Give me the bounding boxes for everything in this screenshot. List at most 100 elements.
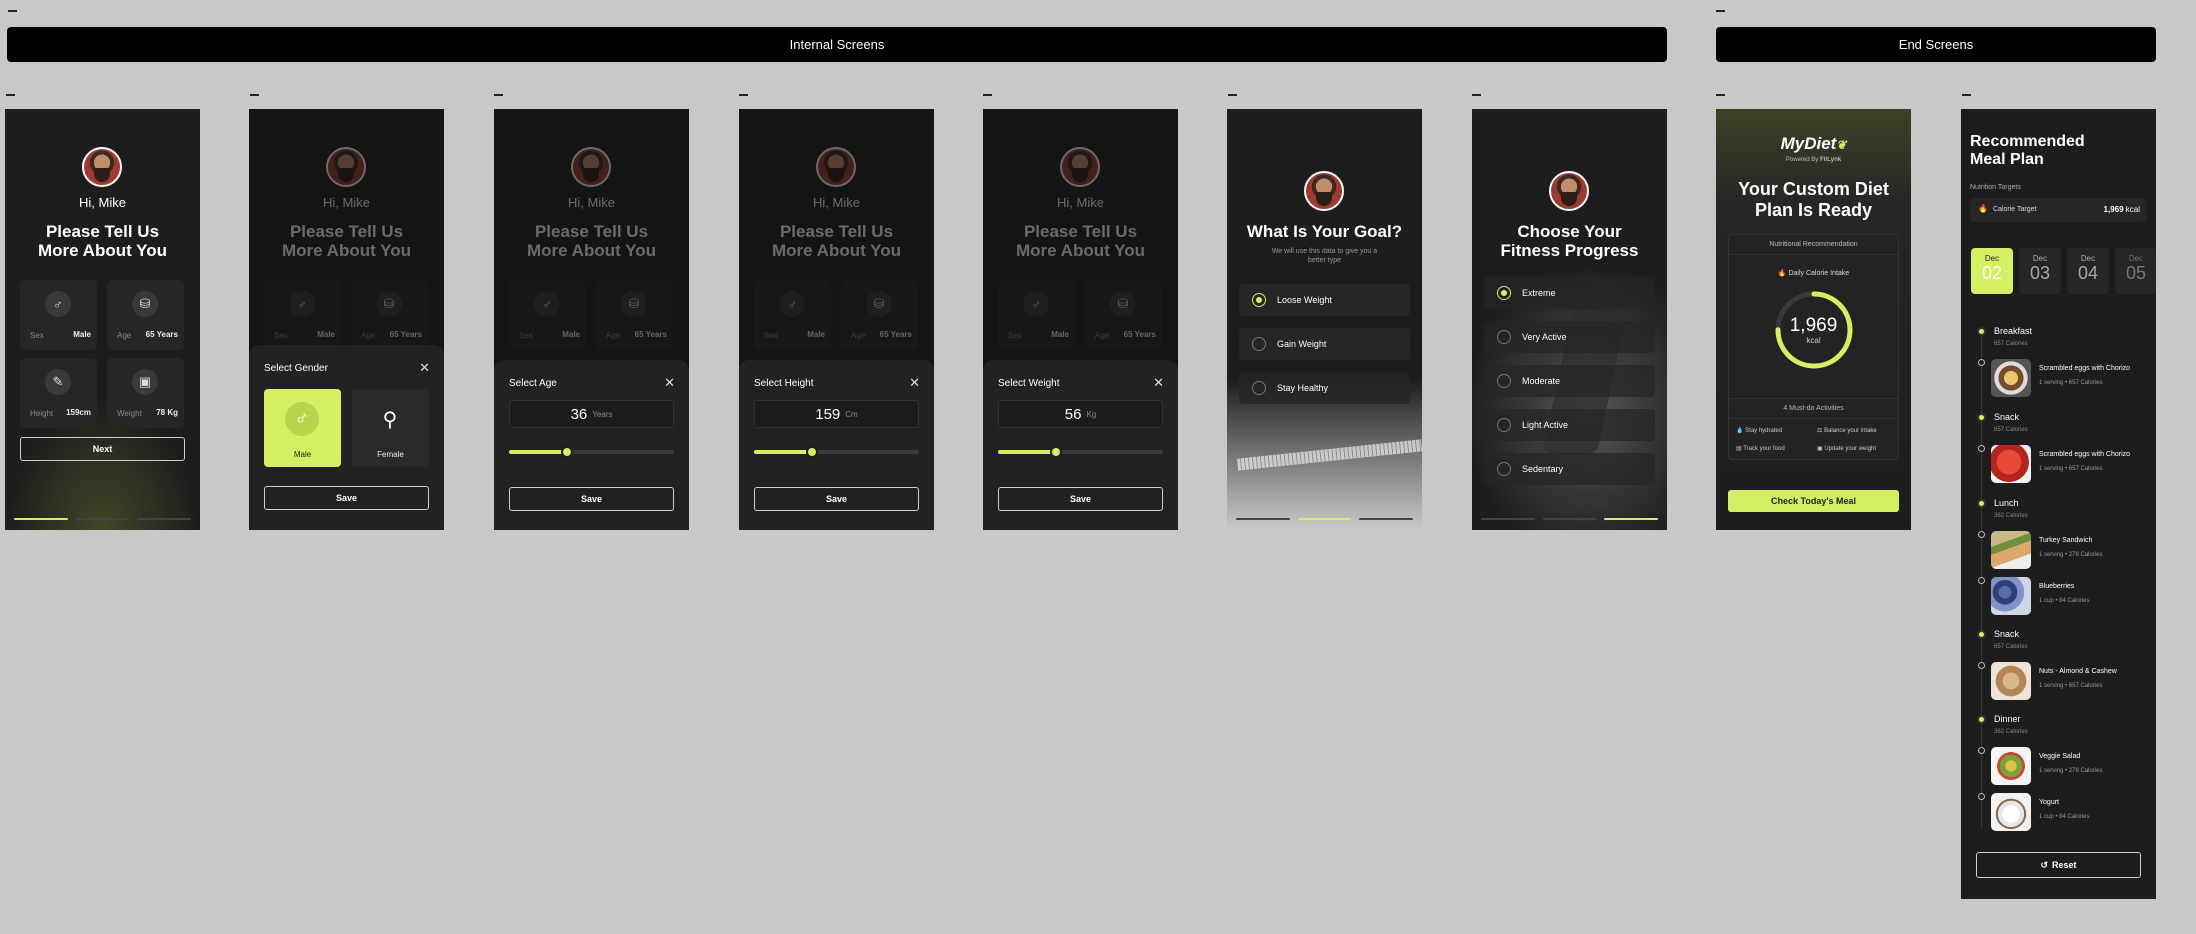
age-tile[interactable]: ⛁ Age 65 Years (107, 280, 184, 350)
male-option[interactable]: ♂ Male (264, 389, 341, 467)
value-unit: Kg (1086, 409, 1097, 419)
meal-calories: 84 Calories (2059, 814, 2090, 820)
female-option[interactable]: ⚲ Female (352, 389, 429, 467)
timeline-dot (1978, 747, 1985, 754)
date-day: 05 (2125, 263, 2147, 283)
meal-photo (1991, 577, 2031, 615)
date-month: Dec (2032, 254, 2048, 263)
save-button[interactable]: Save (998, 487, 1163, 511)
fitness-option-very-active[interactable]: Very Active (1484, 321, 1655, 353)
meal-details: 1 cup • 84 Calories (2039, 814, 2090, 820)
reset-button[interactable]: ↺ Reset (1976, 852, 2141, 878)
meal-serving: 1 cup (2039, 814, 2054, 820)
meal-calories: 657 Calories (2068, 380, 2103, 386)
avatar (1549, 171, 1589, 211)
option-label: Moderate (1522, 376, 1561, 386)
check-meal-button[interactable]: Check Today's Meal (1728, 490, 1899, 512)
radio (1497, 286, 1511, 300)
title-line1: Recommended (1970, 133, 2085, 150)
slider-knob[interactable] (1049, 446, 1062, 458)
fitness-option-moderate[interactable]: Moderate (1484, 365, 1655, 397)
frame-marker (6, 94, 15, 96)
female-icon: ⚲ (382, 408, 398, 431)
avatar (82, 147, 122, 187)
close-icon[interactable]: ✕ (909, 375, 920, 391)
activity-hydrate: 💧 Stay hydrated (1736, 427, 1782, 434)
meal-name: Scrambled eggs with Chorizo (2039, 451, 2131, 458)
tile-label: Sex (30, 331, 44, 340)
height-value-display: 159 Cm (754, 400, 919, 428)
flame-icon: 🔥 (1978, 204, 1988, 213)
meal-serving: 1 serving (2039, 552, 2064, 558)
meal-calories: 84 Calories (2059, 598, 2090, 604)
timeline-dot (1978, 662, 1985, 669)
close-icon[interactable]: ✕ (664, 375, 675, 391)
meal-name: Turkey Sandwich (2039, 537, 2093, 544)
date-chip[interactable]: Dec 03 (2019, 248, 2061, 294)
daily-label: Daily Calorie Intake (1788, 270, 1850, 277)
step (1236, 518, 1290, 520)
sex-tile[interactable]: ♂ Sex Male (20, 280, 97, 350)
timeline-dot (1978, 531, 1985, 538)
kcal-unit: kcal (1806, 336, 1821, 345)
activity-weight: ▣ Update your weight (1817, 445, 1876, 452)
height-tile[interactable]: ✎ Height 159cm (20, 358, 97, 428)
sheet-title: Select Age (509, 378, 557, 389)
meal-plan-title: Recommended Meal Plan (1970, 133, 2085, 169)
timeline-dot (1977, 499, 1986, 508)
goal-option-stay-healthy[interactable]: Stay Healthy (1239, 372, 1410, 404)
section-calories: 657 Calories (1994, 341, 2028, 347)
date-day: 03 (2029, 263, 2051, 283)
slider-knob[interactable] (805, 446, 818, 458)
date-chip-selected[interactable]: Dec 02 (1971, 248, 2013, 294)
activity-label: Stay hydrated (1745, 428, 1783, 434)
date-chip[interactable]: Dec 05 (2115, 248, 2156, 294)
title-line2: Meal Plan (1970, 151, 2044, 168)
fitness-option-sedentary[interactable]: Sedentary (1484, 453, 1655, 485)
slider-fill (509, 450, 567, 454)
step-progress (14, 518, 192, 520)
weight-tile[interactable]: ▣ Weight 78 Kg (107, 358, 184, 428)
next-button[interactable]: Next (20, 437, 185, 461)
goal-option-loose-weight[interactable]: Loose Weight (1239, 284, 1410, 316)
date-chip[interactable]: Dec 04 (2067, 248, 2109, 294)
internal-screens-banner: Internal Screens (7, 27, 1667, 62)
step (14, 518, 68, 520)
meal-photo (1991, 445, 2031, 483)
meal-name: Yogurt (2039, 799, 2059, 806)
recommendation-label: Nutritional Recommendation (1769, 241, 1858, 248)
goal-option-gain-weight[interactable]: Gain Weight (1239, 328, 1410, 360)
step (1481, 518, 1535, 520)
drop-icon: 💧 (1736, 428, 1744, 434)
tile-label: Age (117, 331, 132, 340)
tile-value: Male (73, 330, 91, 339)
frame-marker (1716, 10, 1725, 12)
section-calories: 362 Calories (1994, 729, 2028, 735)
timeline-dot (1977, 630, 1986, 639)
save-button[interactable]: Save (509, 487, 674, 511)
close-icon[interactable]: ✕ (1153, 375, 1164, 391)
save-button[interactable]: Save (754, 487, 919, 511)
gender-sheet: Select Gender ✕ ♂ Male ⚲ Female Save (249, 345, 444, 530)
mydiet-logo: MyDiet❦ (1716, 134, 1911, 154)
step (137, 518, 192, 520)
fitness-option-extreme[interactable]: Extreme (1484, 277, 1655, 309)
section-calories: 657 Calories (1994, 644, 2028, 650)
weight-slider[interactable] (998, 446, 1163, 458)
close-icon[interactable]: ✕ (419, 360, 430, 376)
screen-about-you: Hi, Mike Please Tell Us More About You ♂… (5, 109, 200, 530)
date-day: 04 (2077, 263, 2099, 283)
divider (1729, 418, 1898, 419)
step (1542, 518, 1597, 520)
slider-knob[interactable] (560, 446, 573, 458)
title-line1: Please Tell Us (45, 222, 160, 241)
meal-serving: 1 cup (2039, 598, 2054, 604)
section-name: Snack (1994, 412, 2020, 422)
height-slider[interactable] (754, 446, 919, 458)
meal-calories: 657 Calories (2068, 683, 2103, 689)
save-button[interactable]: Save (264, 486, 429, 510)
frame-marker (1716, 94, 1725, 96)
section-name: Breakfast (1994, 326, 2033, 336)
age-slider[interactable] (509, 446, 674, 458)
fitness-option-light-active[interactable]: Light Active (1484, 409, 1655, 441)
